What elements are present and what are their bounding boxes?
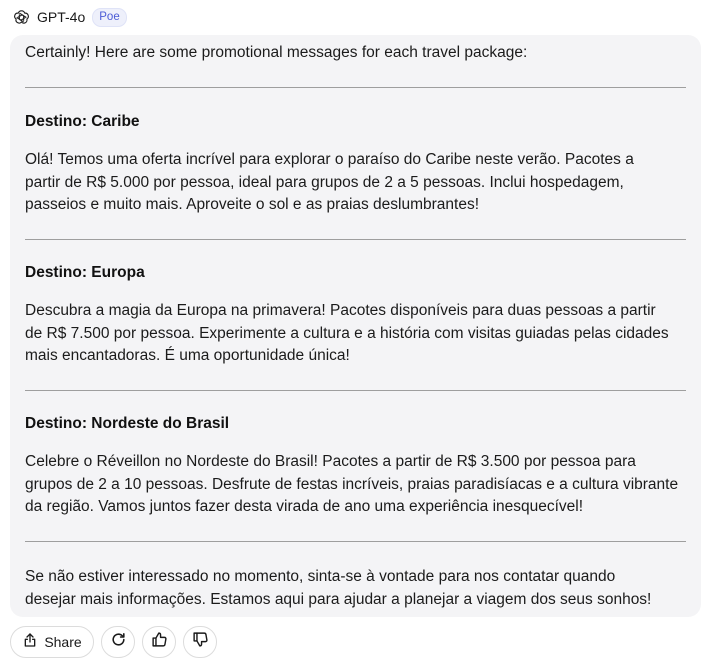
share-icon (22, 632, 38, 653)
message-bubble: Certainly! Here are some promotional mes… (10, 35, 701, 617)
closing-text: Se não estiver interessado no momento, s… (25, 566, 687, 611)
section-body-caribe: Olá! Temos uma oferta incrível para expl… (25, 149, 687, 217)
retry-icon (110, 631, 127, 653)
divider (25, 541, 686, 542)
body-line: de R$ 7.500 por pessoa. Experimente a cu… (25, 324, 669, 342)
body-line: partir de R$ 5.000 por pessoa, ideal par… (25, 173, 624, 191)
share-label: Share (44, 634, 82, 650)
section-body-europa: Descubra a magia da Europa na primavera!… (25, 300, 687, 368)
thumbs-down-icon (192, 631, 209, 653)
body-line: Se não estiver interessado no momento, s… (25, 568, 616, 585)
bot-name[interactable]: GPT-4o (37, 9, 85, 25)
divider (25, 239, 686, 240)
body-line: Celebre o Réveillon no Nordeste do Brasi… (25, 453, 636, 470)
divider (25, 390, 686, 391)
section-heading-caribe: Destino: Caribe (25, 113, 140, 130)
poe-badge: Poe (92, 7, 127, 27)
retry-button[interactable] (101, 626, 135, 658)
section-body-nordeste: Celebre o Réveillon no Nordeste do Brasi… (25, 451, 687, 519)
section-heading-nordeste: Destino: Nordeste do Brasil (25, 415, 230, 432)
dislike-button[interactable] (183, 626, 217, 658)
section-heading-europa: Destino: Europa (25, 264, 145, 281)
openai-logo-icon[interactable] (12, 8, 30, 26)
divider (25, 87, 686, 88)
message-header: GPT-4o Poe (12, 6, 127, 28)
body-line: Olá! Temos uma oferta incrível para expl… (25, 151, 634, 168)
body-line: da região. Vamos juntos fazer desta vira… (25, 498, 584, 515)
body-line: Descubra a magia da Europa na primavera!… (25, 302, 656, 319)
thumbs-up-icon (151, 631, 168, 653)
share-button[interactable]: Share (10, 626, 94, 658)
body-line: passeios e muito mais. Aproveite o sol e… (25, 196, 480, 213)
body-line: grupos de 2 a 10 pessoas. Desfrute de fe… (25, 475, 679, 493)
body-line: desejar mais informações. Estamos aqui p… (25, 590, 652, 608)
like-button[interactable] (142, 626, 176, 658)
body-line: mais encantadoras. É uma oportunidade ún… (25, 347, 350, 364)
message-actions: Share (10, 624, 224, 660)
intro-text: Certainly! Here are some promotional mes… (25, 44, 528, 61)
